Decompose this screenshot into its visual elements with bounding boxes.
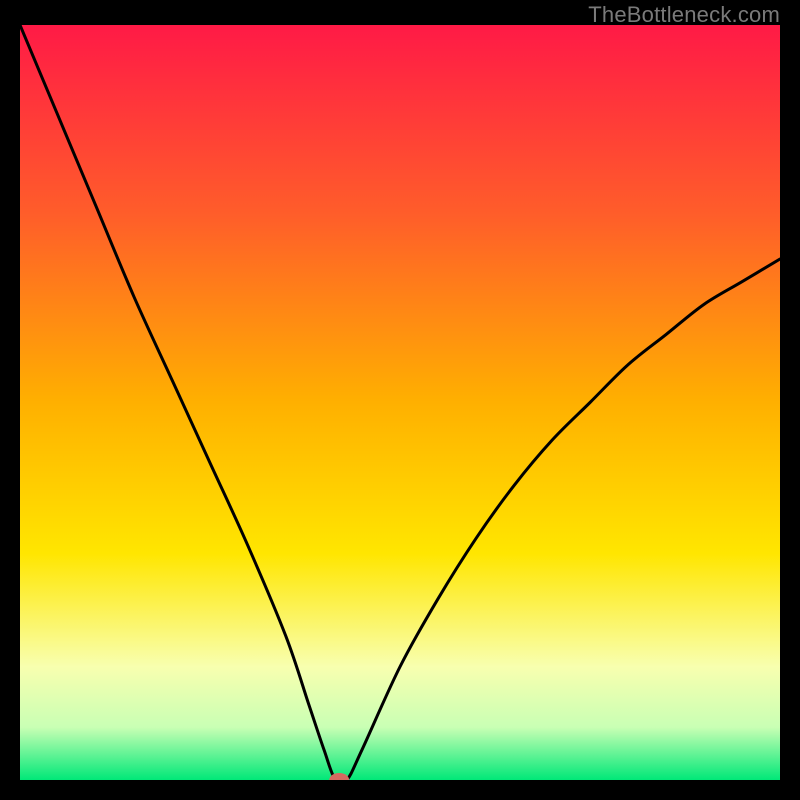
- chart-svg: [20, 25, 780, 780]
- chart-frame: TheBottleneck.com: [0, 0, 800, 800]
- watermark-text: TheBottleneck.com: [588, 2, 780, 28]
- plot-area: [20, 25, 780, 780]
